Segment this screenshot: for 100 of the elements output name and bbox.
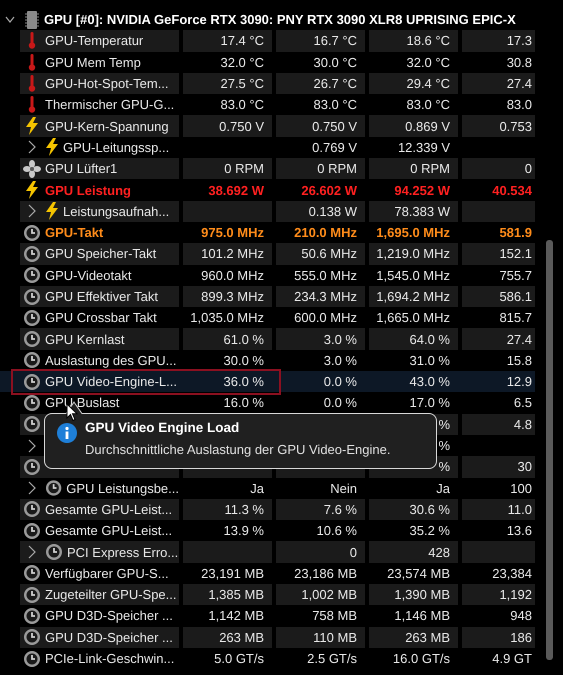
sensor-value: 152.1 (499, 246, 532, 262)
sensor-value: 428 (428, 544, 450, 560)
sensor-value: 586.1 (499, 289, 532, 304)
sensor-name: Verfügbarer GPU-S... (45, 566, 169, 581)
sensor-value: 2.5 GT/s (307, 651, 357, 666)
sensor-value: 0 RPM (410, 161, 450, 176)
sensor-value: 1,035.0 MHz (190, 310, 264, 326)
sensor-value: Ja (250, 480, 264, 496)
sensor-name: Gesamte GPU-Leist... (45, 523, 172, 538)
sensor-value: 23,384 (492, 566, 532, 581)
sensor-value: 0.0 % (324, 395, 357, 410)
sensor-value: 0.0 % (324, 374, 357, 390)
sensor-value: 975.0 MHz (201, 225, 264, 240)
sensor-value: 35.2 % (410, 523, 450, 538)
sensor-value: 1,694.2 MHz (376, 289, 450, 304)
sensor-value: 12.339 V (398, 140, 450, 155)
sensor-value: 17.3 (506, 33, 532, 48)
sensor-value: 0.769 V (312, 140, 357, 155)
sensor-value: 16.0 GT/s (392, 651, 450, 666)
sensor-value: 1,002 MB (301, 587, 357, 602)
sensor-value: 64.0 % (410, 332, 450, 347)
sensor-value: 5.0 GT/s (214, 651, 264, 666)
sensor-value: 43.0 % (410, 374, 450, 390)
sensor-value: 755.7 (499, 268, 532, 283)
sensor-value: 83.0 (506, 97, 532, 112)
sensor-value: 27.4 (506, 76, 532, 92)
sensor-value: 600.0 MHz (294, 310, 357, 326)
sensor-name: GPU Leistungsbe... (66, 480, 179, 496)
sensor-value: 36.0 % (224, 374, 264, 390)
sensor-value: Nein (330, 480, 357, 496)
sensor-value: 0 RPM (317, 161, 357, 176)
sensor-value: 30 (518, 459, 532, 474)
sensor-value: 83.0 °C (406, 97, 450, 112)
sensor-value: 948 (510, 608, 532, 624)
sensor-value: 899.3 MHz (201, 289, 264, 304)
sensor-value: 12.9 (506, 374, 532, 390)
sensor-value: 234.3 MHz (294, 289, 357, 304)
sensor-value: 263 MB (405, 630, 450, 645)
sensor-value: 13.6 (506, 523, 532, 538)
sensor-value: 0.869 V (405, 118, 450, 134)
sensor-value: 27.4 (506, 332, 532, 347)
sensor-value: 1,390 MB (394, 587, 450, 602)
sensor-name: GPU Leistung (45, 182, 131, 198)
sensor-value: 3.0 % (324, 352, 357, 368)
sensor-value: 186 (510, 630, 532, 645)
sensor-name: GPU Video-Engine-L... (45, 374, 177, 390)
sensor-value: 18.6 °C (406, 33, 450, 48)
sensor-value: 0.138 W (308, 204, 357, 219)
tooltip-text: Durchschnittliche Auslastung der GPU Video-Engine. (85, 442, 392, 457)
sensor-name: GPU Kernlast (45, 332, 124, 347)
sensor-value: 960.0 MHz (201, 268, 264, 283)
sensor-value: 1,146 MB (394, 608, 450, 624)
sensor-value: 38.692 W (208, 182, 264, 198)
sensor-value: 7.6 % (324, 502, 357, 517)
sensor-value: 0.750 V (312, 118, 357, 134)
sensor-value: 23,574 MB (387, 566, 450, 581)
sensor-value: 0.750 V (219, 118, 264, 134)
sensor-value: 3.0 % (324, 332, 357, 347)
sensor-name: GPU-Takt (45, 225, 104, 240)
sensor-value: 16.0 % (224, 395, 264, 410)
sensor-value: 0 (524, 161, 532, 176)
sensor-value: 94.252 W (394, 182, 450, 198)
sensor-value: 83.0 °C (313, 97, 357, 112)
sensor-name: GPU-Leitungssp... (63, 140, 170, 155)
sensor-name: Zugeteilter GPU-Spe... (45, 587, 176, 602)
sensor-value: % (438, 459, 450, 474)
sensor-name: GPU D3D-Speicher ... (45, 630, 173, 645)
sensor-name: GPU Speicher-Takt (45, 246, 156, 262)
sensor-name: GPU Effektiver Takt (45, 289, 158, 304)
sensor-value: 16.7 °C (313, 33, 357, 48)
sensor-value: 1,695.0 MHz (376, 225, 450, 240)
sensor-value: 758 MB (312, 608, 357, 624)
sensor-value: 30.0 % (224, 352, 264, 368)
sensor-value: 26.602 W (301, 182, 357, 198)
sensor-value: 555.0 MHz (294, 268, 357, 283)
sensor-value: 13.9 % (224, 523, 264, 538)
sensor-value: % (438, 438, 450, 454)
sensor-value: 61.0 % (224, 332, 264, 347)
sensor-value: 1,142 MB (208, 608, 264, 624)
sensor-name: Gesamte GPU-Leist... (45, 502, 172, 517)
sensor-value: 32.0 °C (220, 54, 264, 70)
device-title: GPU [#0]: NVIDIA GeForce RTX 3090: PNY RTX 3090 XLR8 UPRISING EPIC-X (44, 11, 516, 30)
sensor-name: GPU-Kern-Spannung (45, 118, 169, 134)
sensor-value: 110 MB (313, 630, 357, 645)
sensor-value: 0.753 (499, 118, 532, 134)
sensor-value: 0 RPM (224, 161, 264, 176)
sensor-name: GPU Mem Temp (45, 54, 141, 70)
sensor-value: 0 (350, 544, 357, 560)
sensor-name: GPU Lüfter1 (45, 161, 118, 176)
sensor-name: PCI Express Erro... (67, 544, 178, 560)
sensor-name: Auslastung des GPU... (45, 352, 177, 368)
sensor-value: 30.0 °C (313, 54, 357, 70)
sensor-value: 31.0 % (410, 352, 450, 368)
sensor-value: 40.534 (492, 182, 532, 198)
sensor-name: GPU-Videotakt (45, 268, 132, 283)
sensor-value: 4.9 GT (492, 651, 532, 666)
sensor-value: 581.9 (499, 225, 532, 240)
sensor-name: GPU Crossbar Takt (45, 310, 157, 326)
sensor-value: 17.4 °C (220, 33, 264, 48)
sensor-value: 50.6 MHz (301, 246, 357, 262)
